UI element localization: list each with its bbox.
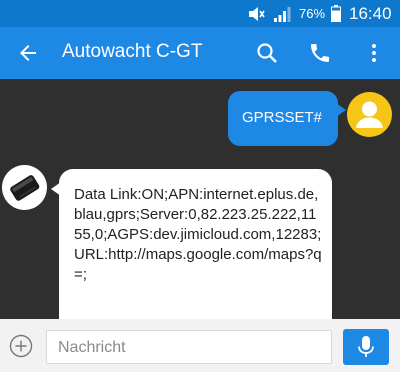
mic-icon (358, 336, 374, 357)
message-list[interactable]: GPRSSET# Data Link:ON;APN:internet.eplus… (0, 79, 400, 372)
add-circle-icon[interactable] (9, 334, 33, 358)
back-arrow-icon[interactable] (16, 41, 40, 65)
status-time: 16:40 (349, 4, 392, 23)
signal-icon (274, 7, 291, 22)
search-icon[interactable] (255, 41, 279, 65)
battery-percent: 76% (299, 6, 326, 21)
message-input[interactable]: Nachricht (46, 330, 332, 364)
message-composer: Nachricht (0, 319, 400, 372)
outgoing-message[interactable]: GPRSSET# (228, 91, 338, 146)
user-avatar-icon[interactable] (347, 92, 392, 137)
outgoing-bubble-tail (336, 103, 346, 117)
gps-tracker-icon[interactable] (2, 165, 47, 210)
battery-icon (331, 5, 341, 22)
status-bar: 76% 16:40 (0, 0, 400, 27)
app-bar: Autowacht C-GT (0, 27, 400, 79)
conversation-title: Autowacht C-GT (62, 41, 203, 62)
phone-icon[interactable] (308, 41, 332, 65)
more-vert-icon[interactable] (362, 41, 386, 65)
mic-button[interactable] (343, 329, 389, 365)
mute-icon (249, 7, 265, 21)
